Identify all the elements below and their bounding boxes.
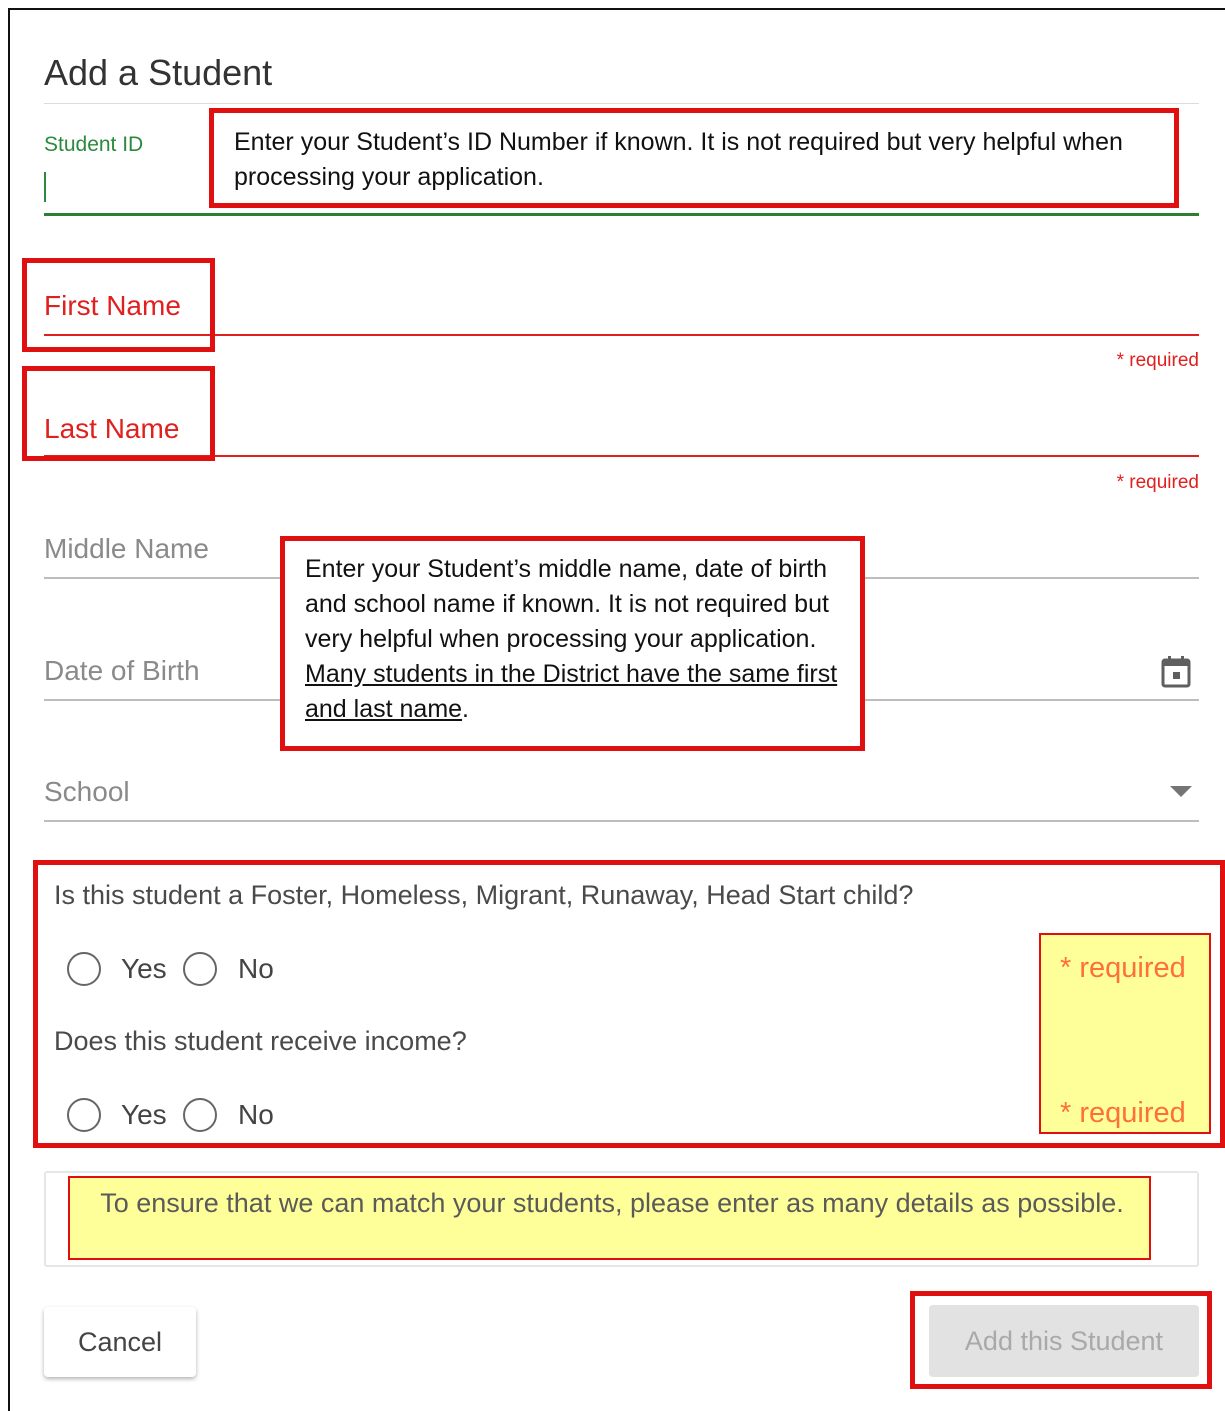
dialog-title: Add a Student bbox=[44, 52, 273, 93]
question-1-yes-radio[interactable] bbox=[67, 952, 101, 986]
cancel-button[interactable]: Cancel bbox=[44, 1307, 196, 1377]
date-of-birth-label: Date of Birth bbox=[44, 655, 200, 686]
question-1-required: * required bbox=[1060, 952, 1186, 984]
optional-fields-annotation-box: Enter your Student’s middle name, date o… bbox=[280, 536, 865, 751]
last-name-input[interactable] bbox=[44, 455, 1199, 457]
question-1-yes-label: Yes bbox=[121, 953, 167, 984]
first-name-required-hint: * required bbox=[1116, 350, 1199, 371]
question-2-text: Does this student receive income? bbox=[54, 1026, 467, 1056]
required-highlight-box: * required * required bbox=[1039, 933, 1211, 1134]
optional-fields-note-underlined: Many students in the District have the s… bbox=[305, 660, 838, 723]
info-message-highlight: To ensure that we can match your student… bbox=[68, 1176, 1151, 1260]
optional-fields-annotation-text: Enter your Student’s middle name, date o… bbox=[305, 552, 845, 727]
student-id-underline bbox=[44, 213, 1199, 216]
student-id-label: Student ID bbox=[44, 133, 144, 156]
question-2-no-radio[interactable] bbox=[183, 1098, 217, 1132]
optional-fields-note-main: Enter your Student’s middle name, date o… bbox=[305, 555, 829, 653]
calendar-icon[interactable] bbox=[1160, 655, 1192, 689]
question-1-text: Is this student a Foster, Homeless, Migr… bbox=[54, 880, 914, 910]
student-id-annotation-text: Enter your Student’s ID Number if known.… bbox=[234, 128, 1123, 191]
dropdown-arrow-icon[interactable] bbox=[1170, 785, 1192, 803]
question-1-no-label: No bbox=[238, 953, 274, 984]
student-id-input[interactable] bbox=[44, 172, 46, 202]
question-2-required: * required bbox=[1060, 1097, 1186, 1129]
add-student-button[interactable]: Add this Student bbox=[929, 1305, 1199, 1377]
question-2-yes-radio[interactable] bbox=[67, 1098, 101, 1132]
optional-fields-note-end: . bbox=[462, 695, 469, 723]
first-name-annotation-box bbox=[22, 258, 215, 352]
info-message-text: To ensure that we can match your student… bbox=[100, 1188, 1124, 1218]
student-id-annotation-box: Enter your Student’s ID Number if known.… bbox=[209, 108, 1179, 208]
question-2-no-label: No bbox=[238, 1099, 274, 1130]
middle-name-label: Middle Name bbox=[44, 533, 209, 564]
school-label: School bbox=[44, 776, 130, 807]
school-select[interactable] bbox=[44, 820, 1199, 822]
last-name-annotation-box bbox=[22, 366, 215, 461]
question-1-no-radio[interactable] bbox=[183, 952, 217, 986]
last-name-required-hint: * required bbox=[1116, 472, 1199, 493]
first-name-input[interactable] bbox=[44, 334, 1199, 336]
title-divider bbox=[44, 103, 1199, 104]
question-2-yes-label: Yes bbox=[121, 1099, 167, 1130]
